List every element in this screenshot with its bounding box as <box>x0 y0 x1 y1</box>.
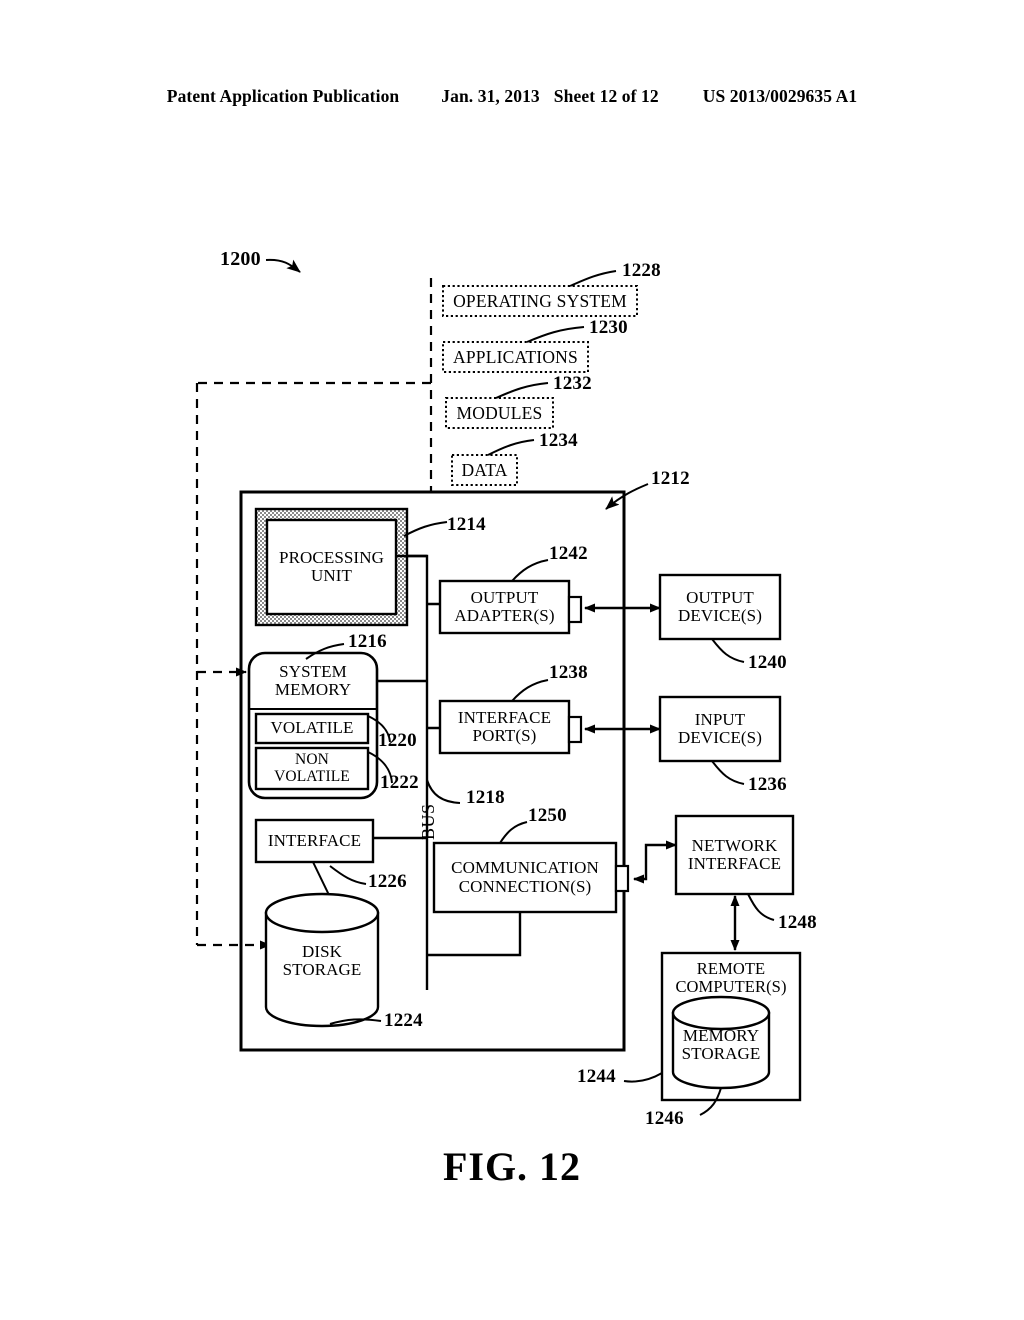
system-ref-leader <box>265 258 301 273</box>
ref-1214: 1214 <box>447 514 486 535</box>
ref-1230: 1230 <box>589 317 628 338</box>
leader-1212 <box>605 483 649 510</box>
figure-12-diagram <box>195 258 802 1116</box>
interface-ports-box[interactable] <box>438 699 571 755</box>
input-devices-box[interactable] <box>658 695 782 763</box>
interface-to-disk-connector <box>312 861 330 896</box>
output-adapters-box[interactable] <box>438 579 571 635</box>
ref-1244: 1244 <box>577 1066 616 1087</box>
memory-storage-cylinder[interactable] <box>671 995 771 1090</box>
ref-1216: 1216 <box>348 631 387 652</box>
ref-1246: 1246 <box>645 1108 684 1129</box>
ref-1238: 1238 <box>549 662 588 683</box>
ref-1224: 1224 <box>384 1010 423 1031</box>
volatile-memory-box[interactable] <box>254 712 370 745</box>
interface-box[interactable] <box>254 818 375 864</box>
leader-1238 <box>511 679 549 702</box>
ref-1250: 1250 <box>528 805 567 826</box>
modules-label: MODULES <box>456 402 543 423</box>
ref-1226: 1226 <box>368 871 407 892</box>
output-adapters-port-connector <box>567 595 583 624</box>
non-volatile-memory-box[interactable] <box>254 746 370 791</box>
data-label: DATA <box>461 459 508 480</box>
leader-1214 <box>403 521 448 537</box>
ref-1200: 1200 <box>220 248 261 270</box>
ref-1218: 1218 <box>466 787 505 808</box>
leader-1250 <box>499 821 528 844</box>
leader-1242 <box>511 559 549 582</box>
ref-1228: 1228 <box>622 260 661 281</box>
operating-system-label: OPERATING SYSTEM <box>453 290 627 311</box>
leader-1232 <box>495 382 549 399</box>
leader-1236 <box>711 760 745 785</box>
bus-label: BUS <box>418 803 438 840</box>
ref-1212: 1212 <box>651 468 690 489</box>
output-devices-box[interactable] <box>658 573 782 641</box>
leader-1244 <box>623 1072 663 1083</box>
ref-1240: 1240 <box>748 652 787 673</box>
communication-connections-connector <box>614 864 630 893</box>
disk-storage-cylinder[interactable] <box>264 892 380 1028</box>
leader-1234 <box>487 439 535 456</box>
ref-1242: 1242 <box>549 543 588 564</box>
ref-1236: 1236 <box>748 774 787 795</box>
ref-1220: 1220 <box>378 730 417 751</box>
leader-1240 <box>711 638 745 663</box>
ref-1248: 1248 <box>778 912 817 933</box>
ref-1234: 1234 <box>539 430 578 451</box>
ref-1232: 1232 <box>553 373 592 394</box>
processing-unit-box[interactable] <box>265 518 398 616</box>
figure-caption: FIG. 12 <box>442 1144 582 1189</box>
network-interface-box[interactable] <box>674 814 795 896</box>
ref-1222: 1222 <box>380 772 419 793</box>
leader-1230 <box>526 326 585 343</box>
leader-1248 <box>747 893 775 921</box>
leader-1228 <box>569 270 617 287</box>
leader-1226 <box>329 865 367 885</box>
applications-label: APPLICATIONS <box>453 346 578 367</box>
communication-connections-box[interactable] <box>432 841 618 914</box>
interface-ports-connector <box>567 715 583 744</box>
network-interface-stepped-arrow <box>633 840 677 884</box>
